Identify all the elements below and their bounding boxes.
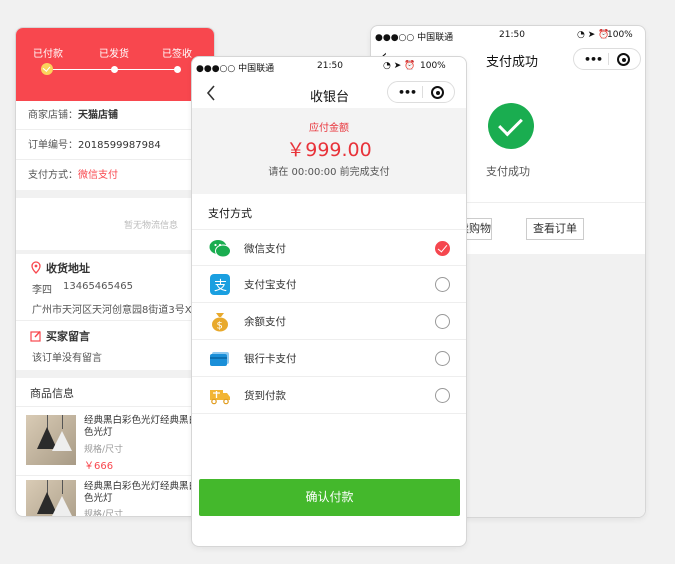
back-arrow-icon[interactable] (206, 85, 216, 101)
payment-option-label: 微信支付 (244, 243, 286, 255)
payment-option-label: 余额支付 (244, 316, 286, 328)
carrier-signal: ●●●○○ 中国联通 (375, 33, 454, 43)
payment-methods-title: 支付方式 (208, 207, 252, 220)
status-bar: ●●●○○ 中国联通 21:50 ◔ ➤ ⏰ 100% (192, 57, 466, 77)
product-price: ￥666 (84, 461, 114, 472)
payment-option-alipay[interactable]: 支 支付宝支付 (192, 266, 466, 303)
confirm-payment-button[interactable]: 确认付款 (199, 479, 460, 516)
bank-card-icon (210, 352, 229, 366)
payment-method-row: 支付方式：微信支付 (16, 161, 214, 190)
payment-method-label: 支付方式： (28, 170, 78, 181)
cashier-screen: ●●●○○ 中国联通 21:50 ◔ ➤ ⏰ 100% 收银台 ••• 应付金额… (191, 56, 467, 547)
delivery-truck-icon (210, 390, 230, 405)
status-icons: ◔ ➤ ⏰ (577, 30, 610, 40)
divider (16, 370, 214, 378)
payment-method-value: 微信支付 (78, 170, 118, 181)
divider (16, 320, 214, 321)
divider (16, 475, 214, 476)
radio-unselected-icon[interactable] (435, 351, 450, 366)
divider (16, 190, 214, 198)
clock: 21:50 (317, 61, 343, 71)
payment-option-wechat[interactable]: 微信支付 (192, 229, 466, 266)
shop-row: 商家店铺：天猫店铺 (16, 101, 214, 130)
products-section-title: 商品信息 (30, 387, 74, 400)
product-spec: 规格/尺寸 (84, 445, 124, 455)
shop-name: 天猫店铺 (78, 110, 118, 121)
amount-value: ￥999.00 (286, 139, 372, 161)
more-menu-icon[interactable]: ••• (398, 86, 417, 99)
step-received-label: 已签收 (162, 49, 192, 60)
view-order-button[interactable]: 查看订单 (526, 218, 584, 240)
receiver-name: 李四 (32, 285, 52, 296)
payment-option-label: 支付宝支付 (244, 279, 297, 291)
carrier-signal: ●●●○○ 中国联通 (196, 64, 275, 74)
page-title: 收银台 (310, 90, 350, 105)
divider (16, 250, 214, 254)
page-title: 支付成功 (486, 55, 539, 70)
wechat-icon (209, 240, 231, 258)
divider (16, 406, 214, 407)
message-section-title: 买家留言 (30, 328, 90, 344)
svg-text:支: 支 (214, 279, 227, 294)
receiver-address: 广州市天河区天河创意园8街道3号XXX (32, 305, 206, 316)
battery-percent: 100% (420, 61, 446, 71)
success-check-icon (488, 103, 534, 149)
radio-unselected-icon[interactable] (435, 277, 450, 292)
radio-unselected-icon[interactable] (435, 314, 450, 329)
payment-option-bank-card[interactable]: 银行卡支付 (192, 340, 466, 377)
mini-program-capsule: ••• (573, 48, 641, 70)
payment-option-label: 货到付款 (244, 390, 286, 402)
svg-text:$: $ (217, 321, 223, 332)
order-detail-screen: 已付款 已发货 已签收 商家店铺：天猫店铺 订单编号：2018599987984… (15, 27, 215, 517)
step-shipped-label: 已发货 (99, 49, 129, 60)
order-number-row: 订单编号：2018599987984 (16, 131, 214, 160)
location-pin-icon (31, 261, 41, 274)
logistics-empty-text: 暂无物流信息 (124, 221, 179, 231)
radio-selected-icon[interactable] (435, 241, 450, 256)
order-progress-header: 已付款 已发货 已签收 (16, 28, 214, 101)
shop-label: 商家店铺： (28, 110, 78, 121)
step-paid-label: 已付款 (33, 49, 63, 60)
payment-deadline: 请在 00:00:00 前完成支付 (268, 167, 390, 178)
product-spec: 规格/尺寸 (84, 510, 124, 517)
amount-label: 应付金额 (309, 123, 349, 134)
step-shipped-dot (111, 66, 118, 73)
continue-shopping-button[interactable]: 继续购物 (467, 218, 492, 240)
receiver-phone: 13465465465 (63, 281, 133, 292)
order-number-label: 订单编号： (28, 140, 78, 151)
product-image (26, 415, 76, 465)
radio-unselected-icon[interactable] (435, 388, 450, 403)
product-image (26, 480, 76, 516)
close-program-icon[interactable] (617, 53, 630, 66)
status-icons: ◔ ➤ ⏰ (383, 61, 416, 71)
step-paid-check-icon (41, 63, 53, 75)
step-received-dot (174, 66, 181, 73)
edit-note-icon (30, 331, 41, 342)
status-bar: ●●●○○ 中国联通 21:50 ◔ ➤ ⏰ 100% (371, 26, 645, 46)
mini-program-capsule: ••• (387, 81, 455, 103)
close-program-icon[interactable] (431, 86, 444, 99)
address-section-title: 收货地址 (30, 260, 90, 276)
payment-option-cash-on-delivery[interactable]: 货到付款 (192, 377, 466, 414)
amount-panel: 应付金额 ￥999.00 请在 00:00:00 前完成支付 (192, 108, 466, 194)
payment-option-balance[interactable]: $ 余额支付 (192, 303, 466, 340)
battery-percent: 100% (607, 30, 633, 40)
money-bag-icon: $ (212, 313, 228, 332)
clock: 21:50 (499, 30, 525, 40)
more-menu-icon[interactable]: ••• (584, 53, 603, 66)
alipay-icon: 支 (210, 274, 230, 295)
order-number: 2018599987984 (78, 140, 161, 151)
buyer-message: 该订单没有留言 (32, 353, 102, 364)
payment-option-label: 银行卡支付 (244, 353, 297, 365)
